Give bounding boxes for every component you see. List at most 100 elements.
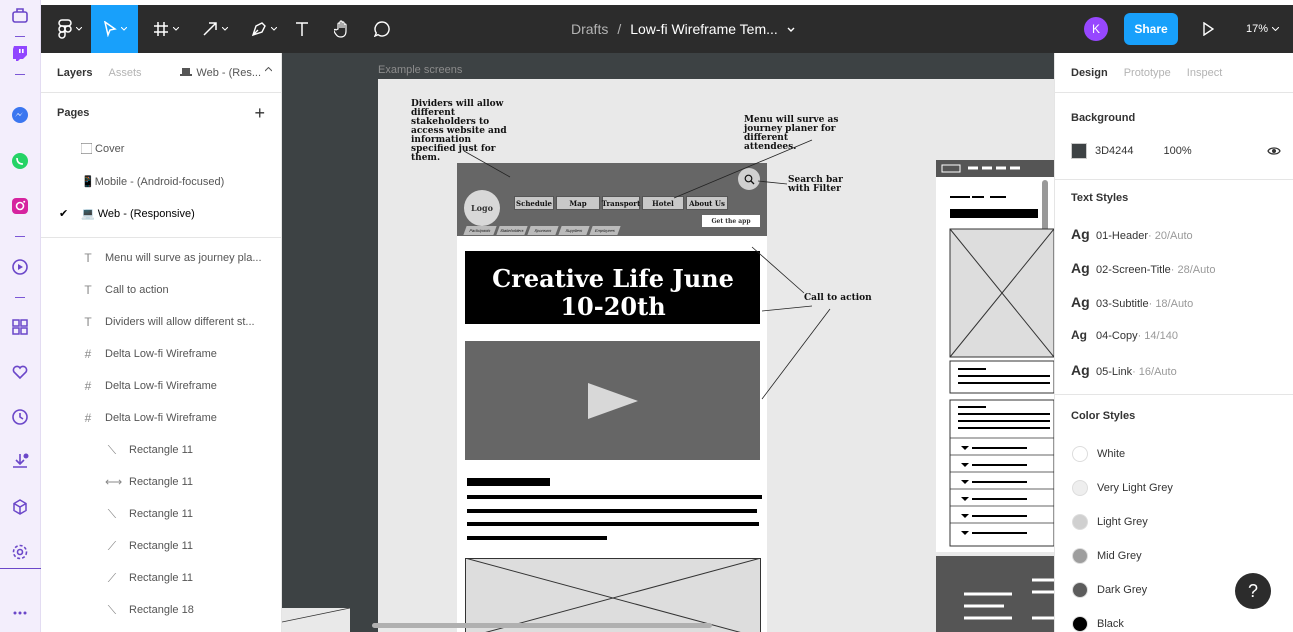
layer-label: Delta Low-fi Wireframe (105, 412, 217, 424)
frame-hash-icon: # (84, 379, 92, 393)
messenger-icon[interactable] (8, 103, 32, 127)
download-icon[interactable] (8, 449, 32, 473)
present-button[interactable] (1196, 5, 1220, 53)
zoom-control[interactable]: 17% (1246, 5, 1280, 53)
page-switcher[interactable]: Web - (Res... (180, 66, 272, 79)
chevron-down-icon (120, 27, 127, 31)
color-style-row[interactable]: Dark Grey (1072, 582, 1147, 598)
layer-row[interactable]: ⟍ Rectangle 11 (41, 434, 281, 466)
background-opacity[interactable]: 100% (1164, 145, 1192, 157)
rail-divider (15, 236, 25, 237)
text-tool-button[interactable] (289, 5, 315, 53)
text-style-name: 01-Header (1096, 230, 1148, 242)
color-style-row[interactable]: Very Light Grey (1072, 480, 1173, 496)
add-page-button[interactable]: + (254, 103, 265, 124)
instagram-icon[interactable] (8, 194, 32, 218)
layer-row[interactable]: ⟍ Rectangle 11 (41, 498, 281, 530)
page-label: 🏻 Cover (81, 142, 125, 155)
background-hex[interactable]: 3D4244 (1095, 145, 1134, 157)
tab-prototype[interactable]: Prototype (1124, 67, 1171, 79)
text-style-name: 04-Copy (1096, 330, 1138, 342)
breadcrumb-drafts[interactable]: Drafts (571, 21, 608, 37)
main-menu-button[interactable] (49, 5, 91, 53)
apps-grid-icon[interactable] (8, 315, 32, 339)
eye-icon[interactable] (1267, 146, 1281, 156)
color-style-row[interactable]: Light Grey (1072, 514, 1148, 530)
comment-bubble-icon (374, 21, 390, 37)
hand-tool-button[interactable] (329, 5, 355, 53)
cube-icon[interactable] (8, 495, 32, 519)
tab-inspect[interactable]: Inspect (1187, 67, 1222, 79)
design-canvas[interactable]: Example screens Participants Stakeholder… (282, 53, 1054, 632)
text-style-row[interactable]: Ag 03-Subtitle · 18/Auto (1071, 294, 1193, 314)
text-style-row[interactable]: Ag 01-Header · 20/Auto (1071, 226, 1193, 246)
whatsapp-icon[interactable] (8, 149, 32, 173)
heart-icon[interactable] (8, 360, 32, 384)
layer-row[interactable]: ⟍ Rectangle 18 (41, 594, 281, 626)
page-item-mobile[interactable]: 📱Mobile - (Android-focused) (41, 165, 281, 197)
color-style-name: Black (1097, 618, 1124, 630)
rail-divider (0, 568, 41, 569)
page-label: 📱Mobile - (Android-focused) (81, 175, 225, 188)
layer-row[interactable]: # Delta Low-fi Wireframe (41, 402, 281, 434)
frame-hash-icon: # (84, 411, 92, 425)
pen-tool-button[interactable] (244, 5, 284, 53)
layer-row[interactable]: ⟋ Rectangle 11 (41, 530, 281, 562)
pen-nib-icon (251, 22, 266, 37)
frame-tool-button[interactable] (146, 5, 186, 53)
layer-label: Rectangle 11 (129, 540, 194, 552)
background-swatch[interactable] (1071, 143, 1087, 159)
page-item-web[interactable]: ✔ 💻 Web - (Responsive) (41, 197, 281, 229)
chevron-down-icon (1272, 27, 1280, 31)
color-style-row[interactable]: White (1072, 446, 1125, 462)
comment-tool-button[interactable] (369, 5, 395, 53)
figma-app: Drafts / Low-fi Wireframe Tem... K Share… (0, 0, 1293, 632)
color-swatch (1072, 548, 1088, 564)
color-style-row[interactable]: Mid Grey (1072, 548, 1142, 564)
layers-panel: Layers Assets Web - (Res... Pages + 🏻 Co… (41, 53, 282, 632)
layer-row[interactable]: T Call to action (41, 274, 281, 306)
settings-gear-icon[interactable] (8, 540, 32, 564)
color-style-row[interactable]: Black (1072, 616, 1124, 632)
layer-row[interactable]: ⟷ Rectangle 11 (41, 466, 281, 498)
layer-row[interactable]: # Delta Low-fi Wireframe (41, 370, 281, 402)
background-row: 3D4244 100% (1071, 143, 1281, 159)
text-style-meta: · 14/140 (1137, 330, 1178, 342)
layer-row[interactable]: T Dividers will allow different st... (41, 306, 281, 338)
help-button[interactable]: ? (1235, 573, 1271, 609)
shape-tool-button[interactable] (195, 5, 235, 53)
line-icon: ⟷ (105, 475, 123, 489)
horizontal-scrollbar[interactable] (372, 623, 712, 628)
text-style-name: 03-Subtitle (1096, 298, 1149, 310)
tab-assets[interactable]: Assets (108, 67, 141, 79)
chevron-down-icon (222, 27, 228, 31)
more-options-icon[interactable] (8, 601, 32, 625)
briefcase-icon[interactable] (8, 3, 32, 27)
file-name[interactable]: Low-fi Wireframe Tem... (630, 21, 778, 37)
line-icon: ⟋ (107, 570, 117, 585)
color-style-name: Light Grey (1097, 516, 1148, 528)
move-tool-button[interactable] (91, 5, 138, 53)
play-circle-icon[interactable] (8, 255, 32, 279)
text-style-row[interactable]: Ag 02-Screen-Title · 28/Auto (1071, 260, 1215, 280)
text-t-icon: T (84, 315, 92, 329)
layer-list: T Menu will surve as journey pla... T Ca… (41, 242, 281, 626)
text-style-meta: · 16/Auto (1132, 366, 1177, 378)
text-style-row[interactable]: Ag 05-Link · 16/Auto (1071, 362, 1177, 382)
clock-icon[interactable] (8, 405, 32, 429)
layer-row[interactable]: # Delta Low-fi Wireframe (41, 338, 281, 370)
chevron-down-icon[interactable] (787, 27, 795, 32)
text-style-row[interactable]: Ag 04-Copy · 14/140 (1071, 328, 1178, 348)
laptop-icon (180, 67, 193, 76)
partial-frame (282, 608, 351, 632)
layer-row[interactable]: T Menu will surve as journey pla... (41, 242, 281, 274)
line-icon: ⟋ (107, 538, 117, 553)
tab-layers[interactable]: Layers (57, 67, 92, 79)
page-item-cover[interactable]: 🏻 Cover (41, 133, 281, 165)
layer-row[interactable]: ⟋ Rectangle 11 (41, 562, 281, 594)
user-avatar[interactable]: K (1084, 17, 1108, 41)
mobile-wireframe-content (936, 160, 1054, 632)
twitch-icon[interactable] (8, 41, 32, 65)
tab-design[interactable]: Design (1071, 67, 1108, 79)
share-button[interactable]: Share (1124, 13, 1178, 45)
